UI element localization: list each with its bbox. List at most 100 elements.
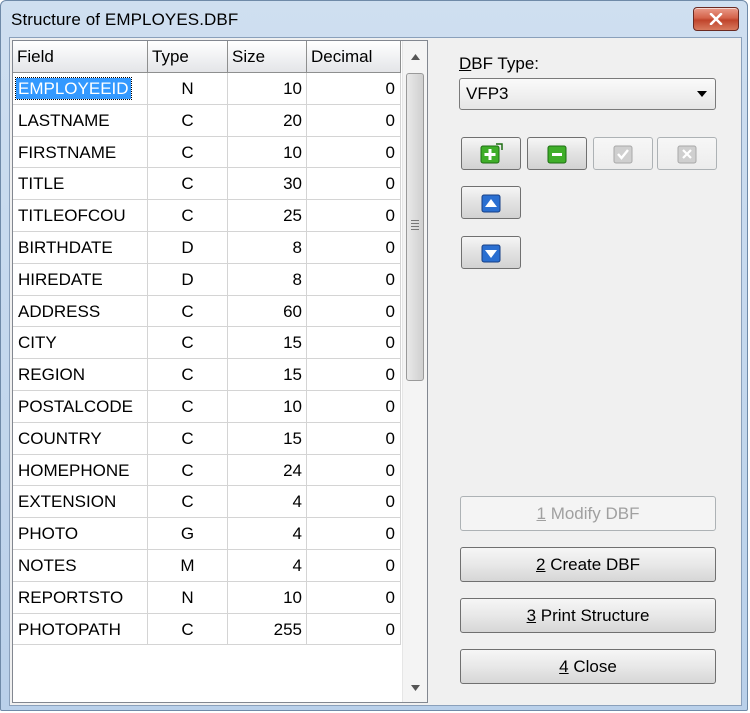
size-cell[interactable]: 24 (228, 454, 307, 487)
cancel-button[interactable] (657, 137, 717, 170)
field-cell[interactable]: COUNTRY (13, 422, 148, 455)
field-cell[interactable]: PHOTOPATH (13, 613, 148, 646)
decimal-cell[interactable]: 0 (307, 231, 401, 264)
modify-dbf-button[interactable]: 1 Modify DBF (460, 496, 716, 531)
field-cell[interactable]: EXTENSION (13, 486, 148, 519)
print-structure-button[interactable]: 3 Print Structure (460, 598, 716, 633)
decimal-cell[interactable]: 0 (307, 454, 401, 487)
column-header-type[interactable]: Type (148, 41, 228, 73)
confirm-button[interactable] (593, 137, 653, 170)
size-cell[interactable]: 15 (228, 422, 307, 455)
decimal-cell[interactable]: 0 (307, 613, 401, 646)
type-cell[interactable]: C (148, 359, 228, 391)
decimal-cell[interactable]: 0 (307, 263, 401, 296)
field-cell[interactable]: HIREDATE (13, 263, 148, 296)
column-header-field[interactable]: Field (13, 41, 148, 73)
scroll-thumb[interactable] (406, 73, 424, 381)
scroll-up-arrow[interactable] (403, 45, 427, 69)
type-cell[interactable]: C (148, 136, 228, 169)
field-cell[interactable]: NOTES (13, 549, 148, 582)
decimal-cell[interactable]: 0 (307, 486, 401, 519)
decimal-cell[interactable]: 0 (307, 295, 401, 328)
table-row[interactable]: TITLEOFCOU C 25 0 (13, 200, 401, 232)
size-cell[interactable]: 255 (228, 613, 307, 646)
table-row[interactable]: HIREDATE D 8 0 (13, 263, 401, 296)
field-cell[interactable]: CITY (13, 327, 148, 360)
table-row[interactable]: NOTES M 4 0 (13, 549, 401, 582)
table-row[interactable]: PHOTO G 4 0 (13, 518, 401, 550)
size-cell[interactable]: 10 (228, 136, 307, 169)
type-cell[interactable]: N (148, 73, 228, 105)
type-cell[interactable]: G (148, 518, 228, 550)
column-header-size[interactable]: Size (228, 41, 307, 73)
field-cell[interactable]: FIRSTNAME (13, 136, 148, 169)
table-row[interactable]: BIRTHDATE D 8 0 (13, 231, 401, 264)
decimal-cell[interactable]: 0 (307, 200, 401, 232)
table-row[interactable]: REPORTSTO N 10 0 (13, 581, 401, 614)
table-row[interactable]: ADDRESS C 60 0 (13, 295, 401, 328)
type-cell[interactable]: C (148, 104, 228, 137)
type-cell[interactable]: C (148, 613, 228, 646)
field-cell[interactable]: HOMEPHONE (13, 454, 148, 487)
size-cell[interactable]: 4 (228, 486, 307, 519)
title-bar[interactable]: Structure of EMPLOYES.DBF (1, 1, 747, 39)
decimal-cell[interactable]: 0 (307, 327, 401, 360)
size-cell[interactable]: 60 (228, 295, 307, 328)
column-header-decimal[interactable]: Decimal (307, 41, 401, 73)
type-cell[interactable]: C (148, 200, 228, 232)
decimal-cell[interactable]: 0 (307, 422, 401, 455)
type-cell[interactable]: C (148, 390, 228, 423)
type-cell[interactable]: C (148, 295, 228, 328)
field-cell[interactable]: LASTNAME (13, 104, 148, 137)
table-row[interactable]: CITY C 15 0 (13, 327, 401, 360)
field-cell[interactable]: REGION (13, 359, 148, 391)
size-cell[interactable]: 15 (228, 359, 307, 391)
table-row[interactable]: EMPLOYEEID N 10 0 (13, 73, 401, 105)
vertical-scrollbar[interactable] (402, 41, 427, 702)
table-row[interactable]: HOMEPHONE C 24 0 (13, 454, 401, 487)
type-cell[interactable]: N (148, 581, 228, 614)
size-cell[interactable]: 4 (228, 549, 307, 582)
table-row[interactable]: REGION C 15 0 (13, 359, 401, 391)
field-cell[interactable]: ADDRESS (13, 295, 148, 328)
decimal-cell[interactable]: 0 (307, 581, 401, 614)
decimal-cell[interactable]: 0 (307, 73, 401, 105)
window-close-button[interactable] (693, 7, 739, 31)
field-cell[interactable]: PHOTO (13, 518, 148, 550)
structure-grid[interactable]: Field Type Size Decimal EMPLOYEEID N 10 0 LA… (12, 40, 428, 703)
remove-field-button[interactable] (527, 137, 587, 170)
decimal-cell[interactable]: 0 (307, 168, 401, 201)
field-cell[interactable]: TITLE (13, 168, 148, 201)
type-cell[interactable]: C (148, 168, 228, 201)
move-down-button[interactable] (461, 236, 521, 269)
table-row[interactable]: COUNTRY C 15 0 (13, 422, 401, 455)
close-button[interactable]: 4 Close (460, 649, 716, 684)
size-cell[interactable]: 8 (228, 263, 307, 296)
field-cell[interactable]: EMPLOYEEID (13, 73, 148, 105)
add-field-button[interactable] (461, 137, 521, 170)
size-cell[interactable]: 4 (228, 518, 307, 550)
decimal-cell[interactable]: 0 (307, 390, 401, 423)
table-row[interactable]: FIRSTNAME C 10 0 (13, 136, 401, 169)
table-row[interactable]: LASTNAME C 20 0 (13, 104, 401, 137)
table-row[interactable]: PHOTOPATH C 255 0 (13, 613, 401, 646)
type-cell[interactable]: C (148, 486, 228, 519)
create-dbf-button[interactable]: 2 Create DBF (460, 547, 716, 582)
size-cell[interactable]: 10 (228, 73, 307, 105)
field-cell[interactable]: BIRTHDATE (13, 231, 148, 264)
table-row[interactable]: TITLE C 30 0 (13, 168, 401, 201)
scroll-down-arrow[interactable] (403, 676, 427, 700)
size-cell[interactable]: 8 (228, 231, 307, 264)
type-cell[interactable]: C (148, 454, 228, 487)
size-cell[interactable]: 10 (228, 390, 307, 423)
size-cell[interactable]: 30 (228, 168, 307, 201)
type-cell[interactable]: C (148, 327, 228, 360)
field-cell[interactable]: REPORTSTO (13, 581, 148, 614)
size-cell[interactable]: 25 (228, 200, 307, 232)
field-cell[interactable]: POSTALCODE (13, 390, 148, 423)
type-cell[interactable]: D (148, 263, 228, 296)
type-cell[interactable]: C (148, 422, 228, 455)
decimal-cell[interactable]: 0 (307, 359, 401, 391)
size-cell[interactable]: 20 (228, 104, 307, 137)
table-row[interactable]: EXTENSION C 4 0 (13, 486, 401, 519)
